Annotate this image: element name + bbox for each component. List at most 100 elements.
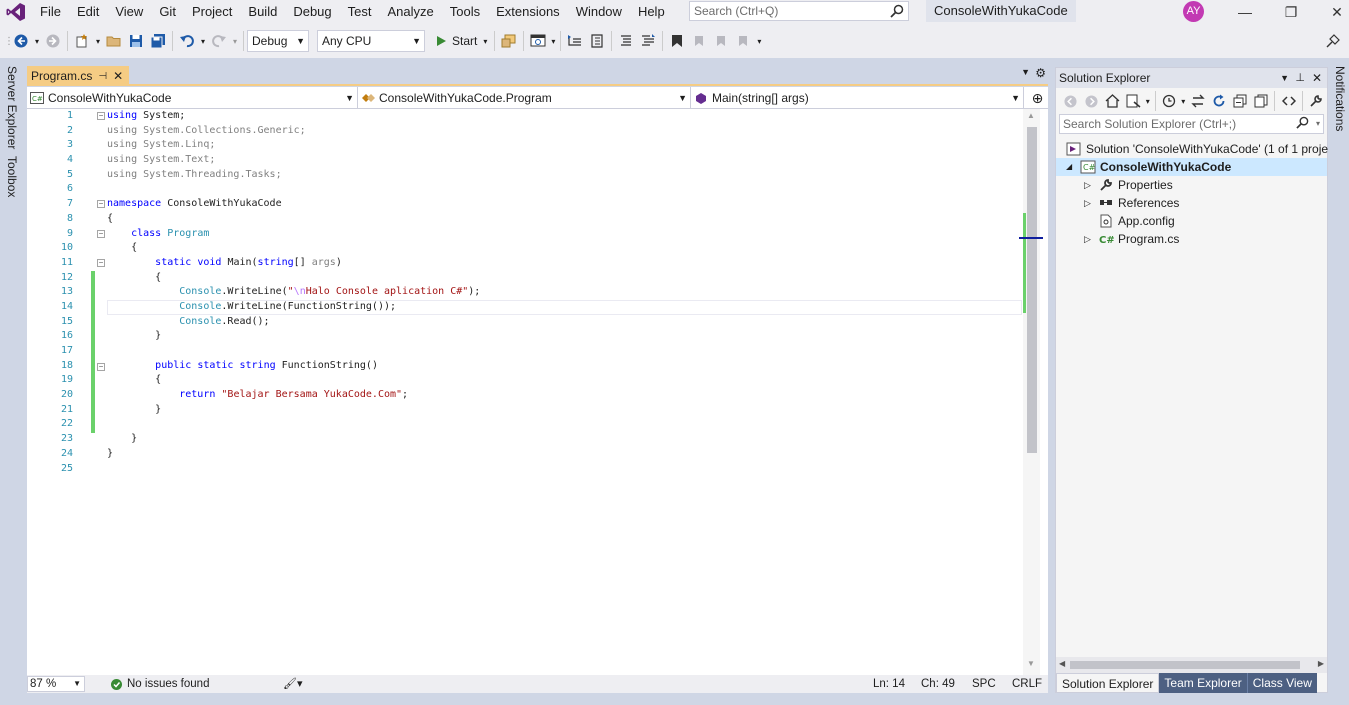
tree-item-program-cs[interactable]: ▷ C# Program.cs bbox=[1084, 230, 1179, 248]
type-dropdown[interactable]: ConsoleWithYukaCode.Program ▼ bbox=[358, 87, 691, 109]
properties-wrench-icon[interactable] bbox=[1306, 90, 1327, 112]
tree-item-project[interactable]: ◢ C# ConsoleWithYukaCode bbox=[1056, 158, 1327, 176]
vertical-scrollbar[interactable]: ▲ ▼ bbox=[1019, 109, 1043, 675]
solution-configuration-select[interactable]: Debug ▼ bbox=[247, 30, 309, 52]
pin-icon[interactable]: ⊣ bbox=[98, 71, 107, 82]
line-indicator[interactable]: Ln: 14 bbox=[873, 675, 905, 693]
previous-bookmark-icon[interactable] bbox=[688, 30, 710, 52]
search-input[interactable]: Search (Ctrl+Q) bbox=[689, 1, 909, 21]
code-line[interactable]: public static string FunctionString() bbox=[107, 359, 1022, 374]
document-tab-program-cs[interactable]: Program.cs ⊣ ✕ bbox=[27, 66, 130, 86]
toolbar-overflow-icon[interactable]: ▾ bbox=[754, 30, 764, 52]
minimize-icon[interactable]: — bbox=[1222, 0, 1268, 24]
switch-views-icon[interactable] bbox=[1123, 90, 1144, 112]
start-dropdown-icon[interactable]: ▾ bbox=[483, 37, 487, 46]
code-line[interactable]: ​ bbox=[107, 344, 1022, 359]
notifications-tab[interactable]: Notifications bbox=[1333, 66, 1347, 131]
menu-extensions[interactable]: Extensions bbox=[488, 0, 568, 24]
code-line[interactable]: Console.WriteLine("\nHalo Console aplica… bbox=[107, 285, 1022, 300]
menu-test[interactable]: Test bbox=[340, 0, 380, 24]
tree-item-app-config[interactable]: App.config bbox=[1098, 212, 1175, 230]
collapse-namespace-icon[interactable]: − bbox=[97, 200, 105, 208]
menu-debug[interactable]: Debug bbox=[285, 0, 339, 24]
scrollbar-thumb[interactable] bbox=[1027, 127, 1037, 453]
clear-bookmarks-icon[interactable] bbox=[732, 30, 754, 52]
code-line[interactable]: using System; bbox=[107, 109, 1022, 124]
uncomment-lines-icon[interactable] bbox=[637, 30, 659, 52]
code-line[interactable]: using System.Text; bbox=[107, 153, 1022, 168]
tree-item-references[interactable]: ▷ References bbox=[1084, 194, 1179, 212]
tab-solution-explorer[interactable]: Solution Explorer bbox=[1056, 673, 1160, 693]
restore-icon[interactable]: ❐ bbox=[1268, 0, 1314, 24]
navigate-forward-icon[interactable] bbox=[42, 30, 64, 52]
menu-window[interactable]: Window bbox=[568, 0, 630, 24]
collapsed-arrow-icon[interactable]: ▷ bbox=[1084, 176, 1094, 194]
code-line[interactable]: { bbox=[107, 373, 1022, 388]
code-line[interactable]: } bbox=[107, 329, 1022, 344]
code-line[interactable]: using System.Threading.Tasks; bbox=[107, 168, 1022, 183]
menu-build[interactable]: Build bbox=[240, 0, 285, 24]
menu-file[interactable]: File bbox=[32, 0, 69, 24]
collapsed-arrow-icon[interactable]: ▷ bbox=[1084, 194, 1094, 212]
toolbox-tab[interactable]: Toolbox bbox=[5, 156, 19, 197]
visual-studio-logo-icon[interactable] bbox=[0, 0, 32, 24]
attach-process-icon[interactable] bbox=[498, 30, 520, 52]
column-indicator[interactable]: Ch: 49 bbox=[921, 675, 955, 693]
code-line[interactable]: { bbox=[107, 241, 1022, 256]
whitespace-indicator[interactable]: SPC bbox=[972, 675, 996, 693]
show-all-files-icon[interactable] bbox=[1250, 90, 1271, 112]
code-line[interactable]: namespace ConsoleWithYukaCode bbox=[107, 197, 1022, 212]
forward-icon[interactable] bbox=[1081, 90, 1102, 112]
undo-icon[interactable] bbox=[176, 30, 198, 52]
code-line[interactable]: { bbox=[107, 271, 1022, 286]
refresh-icon[interactable] bbox=[1208, 90, 1229, 112]
code-line[interactable]: ​ bbox=[107, 462, 1022, 477]
save-icon[interactable] bbox=[125, 30, 147, 52]
navigate-back-icon[interactable] bbox=[10, 30, 32, 52]
browser-dropdown-icon[interactable]: ▾ bbox=[549, 30, 557, 52]
save-all-icon[interactable] bbox=[147, 30, 169, 52]
code-text[interactable]: using System; using System.Collections.Ge… bbox=[107, 109, 1022, 476]
bookmark-icon[interactable] bbox=[666, 30, 688, 52]
gear-icon[interactable]: ⚙ bbox=[1035, 66, 1046, 80]
code-line[interactable]: } bbox=[107, 432, 1022, 447]
solution-explorer-search-input[interactable]: Search Solution Explorer (Ctrl+;) ▾ bbox=[1059, 114, 1324, 134]
scrollbar-thumb[interactable] bbox=[1070, 661, 1300, 669]
scroll-up-icon[interactable]: ▲ bbox=[1027, 111, 1035, 120]
comment-lines-icon[interactable] bbox=[615, 30, 637, 52]
undo-dropdown-icon[interactable]: ▾ bbox=[198, 30, 208, 52]
tab-class-view[interactable]: Class View bbox=[1246, 673, 1317, 693]
close-icon[interactable]: ✕ bbox=[1312, 68, 1322, 88]
code-line[interactable]: class Program bbox=[107, 227, 1022, 242]
code-cleanup-icon[interactable]: 🖌▾ bbox=[283, 675, 303, 693]
issues-indicator[interactable]: No issues found bbox=[111, 675, 209, 693]
collapsed-arrow-icon[interactable]: ▷ bbox=[1084, 230, 1094, 248]
filter-dropdown-icon[interactable]: ▾ bbox=[1180, 90, 1188, 112]
new-dropdown-icon[interactable]: ▾ bbox=[93, 30, 103, 52]
code-line[interactable]: ​ bbox=[107, 417, 1022, 432]
collapse-class-icon[interactable]: − bbox=[97, 230, 105, 238]
search-icon[interactable] bbox=[1296, 116, 1309, 134]
close-tab-icon[interactable]: ✕ bbox=[113, 69, 123, 83]
start-debugging-button[interactable]: Start ▾ bbox=[431, 34, 491, 48]
collapse-all-icon[interactable] bbox=[1229, 90, 1250, 112]
open-file-icon[interactable] bbox=[103, 30, 125, 52]
code-line[interactable]: ​ bbox=[107, 182, 1022, 197]
pin-icon[interactable]: ⊥ bbox=[1295, 68, 1305, 88]
view-code-icon[interactable] bbox=[1278, 90, 1299, 112]
new-project-icon[interactable] bbox=[71, 30, 93, 52]
tab-team-explorer[interactable]: Team Explorer bbox=[1159, 673, 1247, 693]
scroll-down-icon[interactable]: ▼ bbox=[1027, 659, 1035, 668]
collapse-usings-icon[interactable]: − bbox=[97, 112, 105, 120]
tree-item-properties[interactable]: ▷ Properties bbox=[1084, 176, 1173, 194]
code-editor[interactable]: 1 2 3 4 5 6 7 8 9 10 11 12 13 14 15 16 1… bbox=[27, 109, 1048, 675]
next-bookmark-icon[interactable] bbox=[710, 30, 732, 52]
browser-link-icon[interactable] bbox=[527, 30, 549, 52]
redo-icon[interactable] bbox=[208, 30, 230, 52]
code-line[interactable]: { bbox=[107, 212, 1022, 227]
window-position-dropdown-icon[interactable]: ▼ bbox=[1280, 68, 1289, 88]
home-icon[interactable] bbox=[1102, 90, 1123, 112]
tree-item-solution[interactable]: Solution 'ConsoleWithYukaCode' (1 of 1 p… bbox=[1066, 140, 1328, 158]
live-share-icon[interactable] bbox=[1322, 30, 1344, 52]
collapse-main-icon[interactable]: − bbox=[97, 259, 105, 267]
